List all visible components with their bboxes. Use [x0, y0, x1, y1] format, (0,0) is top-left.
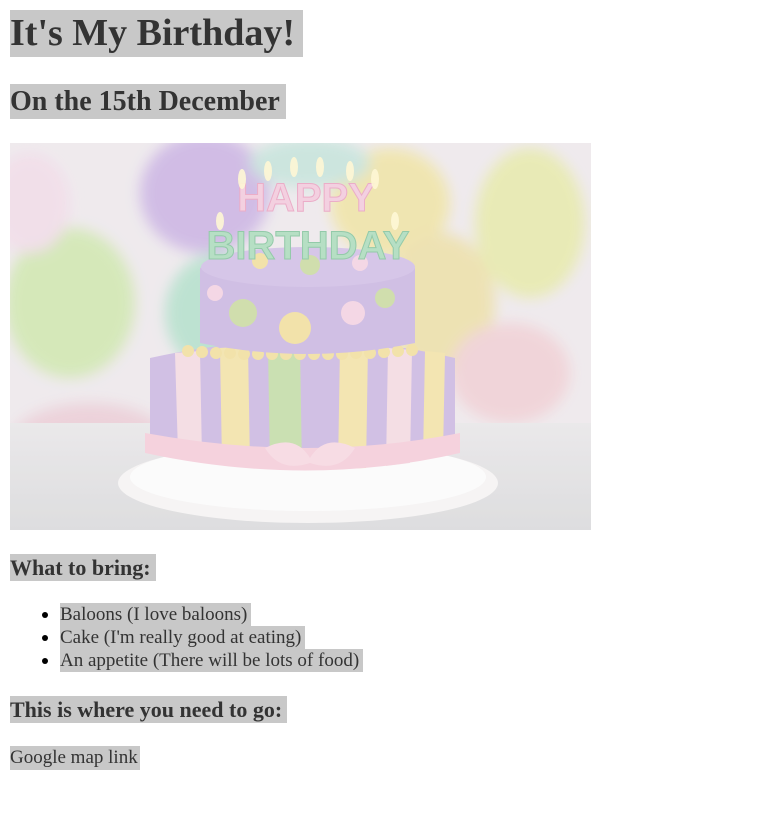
google-map-link-text: Google map link: [10, 746, 140, 770]
list-item-text: An appetite (There will be lots of food): [60, 649, 364, 672]
page-title: It's My Birthday!: [10, 10, 303, 57]
bring-list: Baloons (I love baloons) Cake (I'm reall…: [10, 603, 364, 672]
what-to-bring-heading-text: What to bring:: [10, 554, 156, 581]
list-item: An appetite (There will be lots of food): [42, 649, 364, 672]
list-item-text: Cake (I'm really good at eating): [60, 626, 306, 649]
bullet-icon: [42, 635, 48, 641]
bullet-icon: [42, 612, 48, 618]
list-item: Cake (I'm really good at eating): [42, 626, 363, 649]
list-item-text: Baloons (I love baloons): [60, 603, 252, 626]
bullet-icon: [42, 658, 48, 664]
birthday-cake-image: HAPPY BIRTHDAY: [10, 143, 591, 530]
page-title-text: It's My Birthday!: [10, 10, 303, 57]
page-subtitle: On the 15th December: [10, 84, 286, 119]
list-item: Baloons (I love baloons): [42, 603, 363, 626]
what-to-bring-heading: What to bring:: [10, 554, 156, 581]
where-to-go-heading-text: This is where you need to go:: [10, 696, 288, 723]
google-map-link[interactable]: Google map link: [10, 746, 140, 770]
where-to-go-heading: This is where you need to go:: [10, 696, 288, 723]
page-subtitle-text: On the 15th December: [10, 84, 286, 119]
